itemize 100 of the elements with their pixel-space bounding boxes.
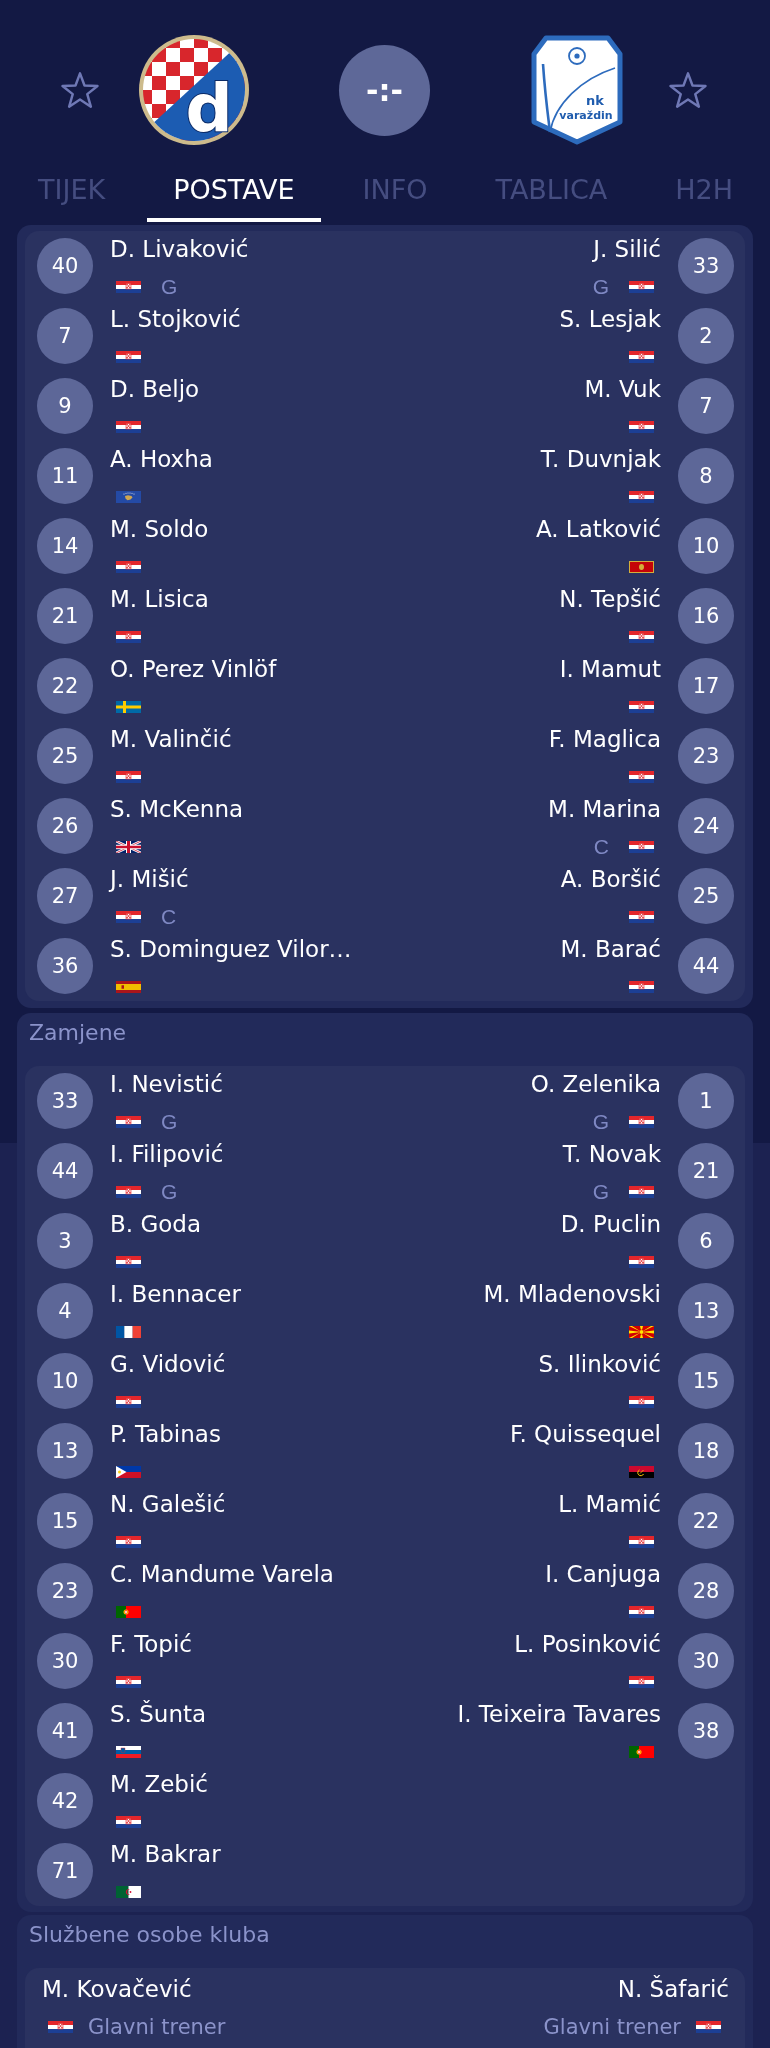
shirt-number: 26 (37, 798, 93, 854)
official-role: Glavni trener (88, 2017, 226, 2037)
section-title: Službene osobe kluba (29, 1922, 271, 1948)
croatian-flag-icon (629, 351, 654, 363)
croatian-flag-icon (629, 1256, 654, 1268)
croatian-flag-icon (629, 1606, 654, 1618)
shirt-number: 30 (678, 1633, 734, 1689)
tab[interactable]: INFO (336, 174, 454, 222)
philippine-flag-icon (116, 1466, 141, 1478)
tab[interactable]: TABLICA (469, 174, 634, 222)
player-name: M. Valinčić (110, 725, 232, 754)
player-name: N. Galešić (110, 1490, 226, 1519)
shirt-number: 21 (678, 1143, 734, 1199)
croatian-flag-icon (116, 1116, 141, 1128)
croatian-flag-icon (48, 2021, 73, 2033)
croatian-flag-icon (629, 841, 654, 853)
shirt-number: 18 (678, 1423, 734, 1479)
player-name: M. Zebić (110, 1770, 208, 1799)
shirt-number: 10 (37, 1353, 93, 1409)
player-role: G (161, 277, 178, 297)
player-name: S. Šunta (110, 1700, 207, 1729)
shirt-number: 41 (37, 1703, 93, 1759)
player-name: M. Soldo (110, 515, 209, 544)
shirt-number: 16 (678, 588, 734, 644)
croatian-flag-icon (116, 351, 141, 363)
player-name: S. McKenna (110, 795, 244, 824)
shirt-number: 15 (678, 1353, 734, 1409)
player-name: D. Puclin (560, 1210, 661, 1239)
shirt-number: 22 (37, 658, 93, 714)
section-title: Zamjene (29, 1020, 128, 1046)
player-name: M. Marina (548, 795, 661, 824)
croatian-flag-icon (629, 491, 654, 503)
slovenian-flag-icon (116, 1746, 141, 1758)
player-name: M. Barać (560, 935, 661, 964)
player-name: I. Nevistić (110, 1070, 223, 1099)
player-name: J. Mišić (110, 865, 189, 894)
swedish-flag-icon (116, 701, 141, 713)
player-name: I. Bennacer (110, 1280, 241, 1309)
shirt-number: 21 (37, 588, 93, 644)
star-icon[interactable] (669, 72, 707, 108)
shirt-number: 33 (678, 238, 734, 294)
player-name: M. Bakrar (110, 1840, 221, 1869)
shirt-number: 1 (678, 1073, 734, 1129)
croatian-flag-icon (116, 281, 141, 293)
croatian-flag-icon (629, 1116, 654, 1128)
shirt-number: 4 (37, 1283, 93, 1339)
official-name: N. Šafarić (617, 1975, 729, 2004)
player-name: A. Latković (535, 515, 661, 544)
croatian-flag-icon (629, 281, 654, 293)
shirt-number: 42 (37, 1773, 93, 1829)
shirt-number: 10 (678, 518, 734, 574)
croatian-flag-icon (116, 1676, 141, 1688)
shirt-number: 25 (37, 728, 93, 784)
shirt-number: 2 (678, 308, 734, 364)
shirt-number: 28 (678, 1563, 734, 1619)
croatian-flag-icon (629, 1186, 654, 1198)
croatian-flag-icon (116, 911, 141, 923)
croatian-flag-icon (629, 1396, 654, 1408)
shirt-number: 3 (37, 1213, 93, 1269)
algerian-flag-icon (116, 1886, 141, 1898)
player-name: S. Lesjak (559, 305, 661, 334)
shirt-number: 7 (37, 308, 93, 364)
shirt-number: 17 (678, 658, 734, 714)
player-role: G (592, 1182, 609, 1202)
club-crest: nk varaždin (531, 34, 623, 146)
portuguese-flag-icon (629, 1746, 654, 1758)
player-name: F. Maglica (548, 725, 661, 754)
croatian-flag-icon (116, 1396, 141, 1408)
player-role: G (592, 1112, 609, 1132)
tab[interactable]: TIJEK (12, 174, 132, 222)
croatian-flag-icon (629, 421, 654, 433)
player-name: S. Dominguez Vilor… (110, 935, 352, 964)
player-name: O. Perez Vinlöf (110, 655, 277, 684)
player-name: F. Topić (110, 1630, 192, 1659)
player-name: L. Mamić (558, 1490, 661, 1519)
shirt-number: 23 (678, 728, 734, 784)
angolan-flag-icon (629, 1466, 654, 1478)
shirt-number: 15 (37, 1493, 93, 1549)
shirt-number: 36 (37, 938, 93, 994)
portuguese-flag-icon (116, 1606, 141, 1618)
croatian-flag-icon (629, 1676, 654, 1688)
shirt-number: 71 (37, 1843, 93, 1899)
player-name: D. Beljo (110, 375, 200, 404)
shirt-number: 7 (678, 378, 734, 434)
player-role: G (161, 1112, 178, 1132)
player-name: D. Livaković (110, 235, 249, 264)
tab[interactable]: H2H (649, 174, 759, 222)
shirt-number: 9 (37, 378, 93, 434)
shirt-number: 23 (37, 1563, 93, 1619)
player-name: N. Tepšić (559, 585, 661, 614)
croatian-flag-icon (696, 2021, 721, 2033)
player-name: I. Filipović (110, 1140, 224, 1169)
croatian-flag-icon (116, 1536, 141, 1548)
shirt-number: 44 (37, 1143, 93, 1199)
croatian-flag-icon (116, 1816, 141, 1828)
player-name: B. Goda (110, 1210, 201, 1239)
shirt-number: 22 (678, 1493, 734, 1549)
star-icon[interactable] (61, 72, 99, 108)
shirt-number: 13 (37, 1423, 93, 1479)
player-name: L. Posinković (514, 1630, 661, 1659)
